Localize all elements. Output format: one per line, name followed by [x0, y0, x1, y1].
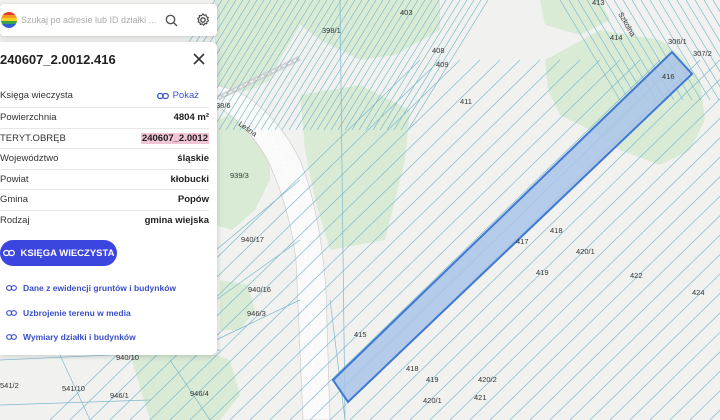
parcel-label: 403	[400, 8, 413, 17]
close-icon[interactable]	[191, 51, 207, 67]
parcel-label: 415	[354, 330, 367, 339]
row-label: Księga wieczysta	[0, 90, 73, 101]
row-ksiega-wieczysta: Księga wieczysta Pokaż	[0, 84, 209, 108]
parcel-label: 940/16	[248, 285, 271, 294]
gear-icon[interactable]	[189, 6, 217, 34]
row-label: Rodzaj	[0, 215, 30, 227]
parcel-label: 420/2	[478, 375, 497, 384]
parcel-label: 414	[610, 33, 623, 42]
parcel-label: 418	[406, 364, 419, 373]
parcel-label: 421	[474, 393, 487, 402]
link-uzbrojenie-terenu[interactable]: Uzbrojenie terenu w media	[6, 301, 176, 326]
row-label: Gmina	[0, 194, 28, 206]
row-teryt-obreb: TERYT.OBRĘB 240607_2.0012	[0, 129, 209, 149]
link-wymiary-dzialki[interactable]: Wymiary działki i budynków	[6, 325, 176, 350]
link-label: Dane z ewidencji gruntów i budynków	[23, 283, 177, 294]
row-powierzchnia: Powierzchnia 4804 m²	[0, 108, 209, 129]
parcel-label: 419	[536, 268, 549, 277]
parcel-label: 409	[436, 60, 449, 69]
parcel-label: 307/2	[693, 49, 712, 58]
ksiega-wieczysta-button[interactable]: KSIĘGA WIECZYSTA	[0, 240, 117, 266]
row-label: Powierzchnia	[0, 112, 57, 124]
search-bar	[0, 4, 217, 36]
row-value: kłobucki	[170, 173, 209, 185]
parcel-label: 541/2	[0, 381, 19, 390]
row-gmina: Gmina Popów	[0, 190, 209, 211]
parcel-label: 946/4	[190, 389, 209, 398]
link-icon	[6, 334, 17, 341]
parcel-label: 939/3	[230, 171, 249, 180]
row-label: TERYT.OBRĘB	[0, 132, 66, 144]
parcel-label: 420/1	[576, 247, 595, 256]
row-wojewodztwo: Województwo śląskie	[0, 149, 209, 170]
search-icon[interactable]	[157, 6, 185, 34]
link-icon	[2, 249, 15, 257]
row-value: 4804 m²	[173, 112, 209, 124]
parcel-label: 411	[460, 97, 472, 106]
parcel-info-panel: 240607_2.0012.416 Księga wieczysta Pokaż…	[0, 42, 217, 355]
row-value: śląskie	[177, 153, 209, 165]
parcel-label: 408	[432, 46, 445, 55]
parcel-label: 946/1	[110, 391, 129, 400]
parcel-label: 541/10	[62, 384, 85, 393]
search-input[interactable]	[21, 15, 157, 25]
related-links: Dane z ewidencji gruntów i budynków Uzbr…	[6, 276, 176, 350]
parcel-label: 420/1	[423, 396, 442, 405]
row-rodzaj: Rodzaj gmina wiejska	[0, 211, 209, 232]
parcel-label: 946/3	[247, 309, 266, 318]
row-value: 240607_2.0012	[140, 132, 209, 144]
row-value: Popów	[177, 194, 209, 206]
parcel-label: 424	[692, 288, 705, 297]
row-value: gmina wiejska	[144, 215, 209, 227]
parcel-label: 413	[592, 0, 605, 7]
parcel-label: 419	[426, 375, 439, 384]
parcel-attributes: Księga wieczysta Pokaż Powierzchnia 4804…	[0, 84, 209, 231]
parcel-label: 38/6	[216, 101, 231, 110]
link-label: Uzbrojenie terenu w media	[23, 307, 131, 318]
parcel-label: 398/1	[322, 26, 341, 35]
parcel-label: 418	[550, 226, 563, 235]
link-label: Wymiary działki i budynków	[23, 332, 136, 343]
row-powiat: Powiat kłobucki	[0, 170, 209, 190]
row-label: Powiat	[0, 173, 29, 185]
app-logo-icon	[1, 12, 17, 28]
show-ksiega-link[interactable]: Pokaż	[156, 90, 199, 101]
link-dane-ewidencji[interactable]: Dane z ewidencji gruntów i budynków	[6, 276, 176, 301]
link-icon	[6, 285, 17, 292]
parcel-label: 940/17	[241, 235, 264, 244]
parcel-label: 306/1	[668, 37, 687, 46]
parcel-id-title: 240607_2.0012.416	[0, 52, 116, 67]
parcel-label: 416	[662, 72, 675, 81]
parcel-label: 422	[630, 271, 643, 280]
row-label: Województwo	[0, 153, 59, 165]
ksiega-button-label: KSIĘGA WIECZYSTA	[20, 247, 115, 259]
link-icon	[156, 92, 169, 99]
show-link-label: Pokaż	[172, 90, 199, 101]
parcel-label: 417	[516, 237, 529, 246]
link-icon	[6, 309, 17, 316]
